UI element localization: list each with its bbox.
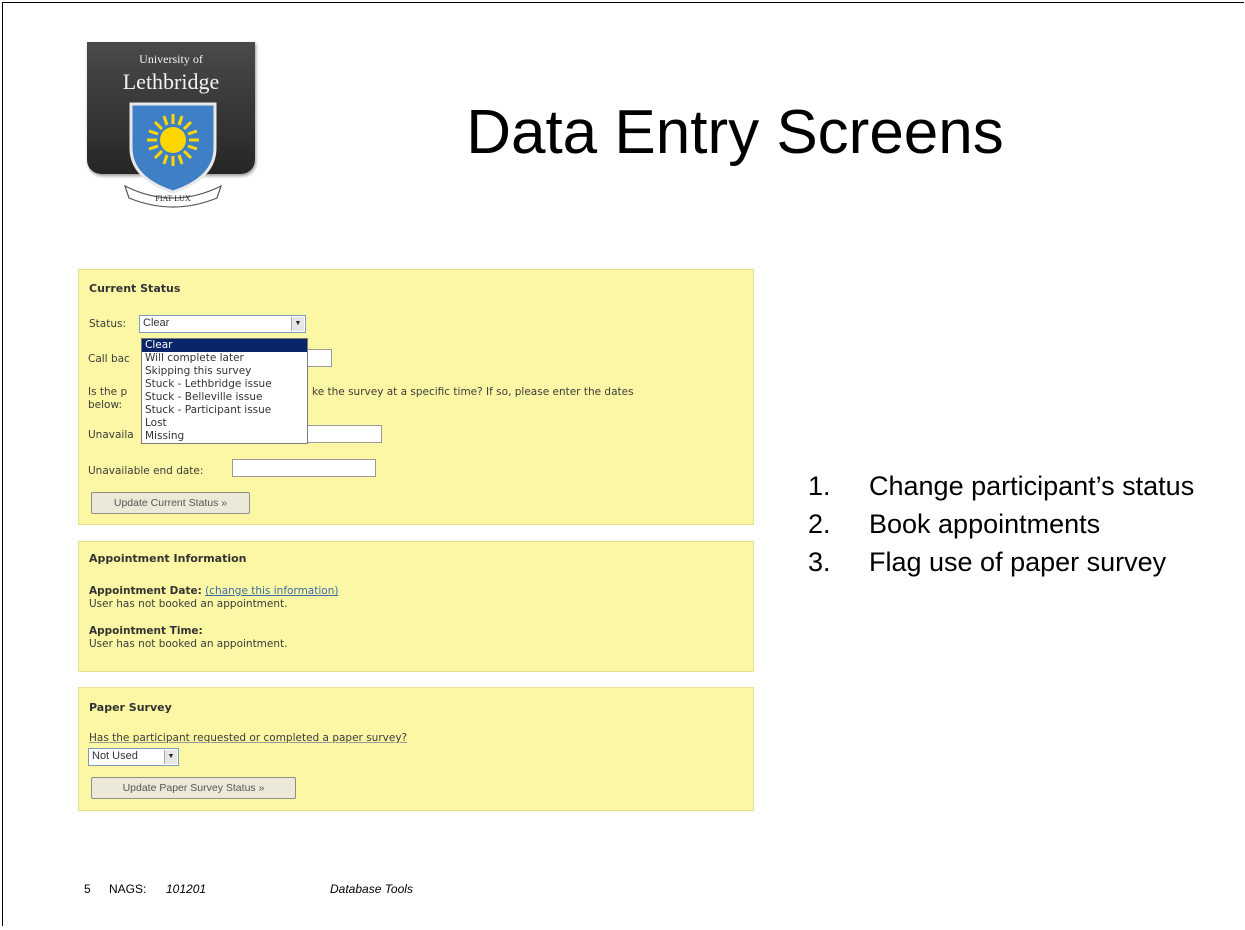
footer-page-number: 5 — [84, 882, 91, 896]
current-status-heading: Current Status — [89, 282, 181, 295]
question-text-end: ke the survey at a specific time? If so,… — [312, 386, 634, 398]
question-text-start: Is the p — [88, 386, 128, 398]
chevron-down-icon[interactable]: ▼ — [291, 317, 304, 331]
dropdown-option[interactable]: Stuck - Belleville issue — [142, 391, 307, 404]
update-paper-survey-button[interactable]: Update Paper Survey Status » — [91, 777, 296, 799]
appointment-date-value: User has not booked an appointment. — [89, 598, 288, 610]
steps-list: 1. Change participant’s status 2. Book a… — [808, 470, 1218, 584]
status-label: Status: — [89, 318, 126, 330]
callback-label: Call bac — [88, 353, 130, 365]
step-text: Book appointments — [869, 509, 1101, 539]
dropdown-option[interactable]: Lost — [142, 417, 307, 430]
appointment-time-value: User has not booked an appointment. — [89, 638, 288, 650]
footer-org: NAGS: — [109, 882, 147, 896]
paper-survey-select-value: Not Used — [92, 750, 138, 762]
paper-survey-heading: Paper Survey — [89, 701, 172, 714]
unavailable-end-label: Unavailable end date: — [88, 465, 204, 477]
step-item: 3. Flag use of paper survey — [808, 546, 1218, 578]
step-item: 1. Change participant’s status — [808, 470, 1218, 502]
appointment-panel: Appointment Information Appointment Date… — [78, 541, 754, 672]
unavailable-end-input[interactable] — [232, 459, 376, 477]
status-dropdown-list[interactable]: Clear Will complete later Skipping this … — [141, 338, 308, 444]
appointment-date-row: Appointment Date: (change this informati… — [89, 585, 338, 597]
dropdown-option[interactable]: Clear — [142, 339, 307, 352]
unavailable-start-input[interactable] — [300, 425, 382, 443]
footer-section: Database Tools — [330, 882, 413, 896]
appointment-date-label: Appointment Date: — [89, 585, 202, 597]
dropdown-option[interactable]: Stuck - Lethbridge issue — [142, 378, 307, 391]
update-current-status-button[interactable]: Update Current Status » — [91, 492, 250, 514]
paper-survey-select[interactable]: Not Used ▼ — [88, 748, 179, 766]
university-logo: University of Lethbridge FIAT LUX — [87, 42, 255, 208]
dropdown-option[interactable]: Missing — [142, 430, 307, 443]
unavailable-start-label: Unavaila — [88, 429, 134, 441]
question-text-below: below: — [88, 399, 123, 411]
svg-text:FIAT LUX: FIAT LUX — [155, 194, 190, 203]
change-information-link[interactable]: (change this information) — [205, 585, 338, 597]
step-text: Flag use of paper survey — [869, 547, 1167, 577]
paper-survey-question: Has the participant requested or complet… — [89, 732, 408, 744]
logo-line1: University of — [139, 52, 203, 66]
slide-title: Data Entry Screens — [466, 98, 1004, 167]
step-number: 2. — [808, 509, 831, 539]
step-text: Change participant’s status — [869, 471, 1195, 501]
dropdown-option[interactable]: Stuck - Participant issue — [142, 404, 307, 417]
step-item: 2. Book appointments — [808, 508, 1218, 540]
dropdown-option[interactable]: Will complete later — [142, 352, 307, 365]
chevron-down-icon[interactable]: ▼ — [164, 750, 177, 764]
logo-line2: Lethbridge — [122, 69, 220, 94]
step-number: 3. — [808, 547, 831, 577]
dropdown-option[interactable]: Skipping this survey — [142, 365, 307, 378]
appointment-heading: Appointment Information — [89, 552, 247, 565]
sun-shield-icon: FIAT LUX — [123, 102, 223, 208]
step-number: 1. — [808, 471, 831, 501]
appointment-time-label: Appointment Time: — [89, 625, 203, 637]
status-select[interactable]: Clear ▼ — [139, 315, 306, 333]
status-select-value: Clear — [143, 317, 170, 329]
footer-code: 101201 — [166, 882, 207, 896]
